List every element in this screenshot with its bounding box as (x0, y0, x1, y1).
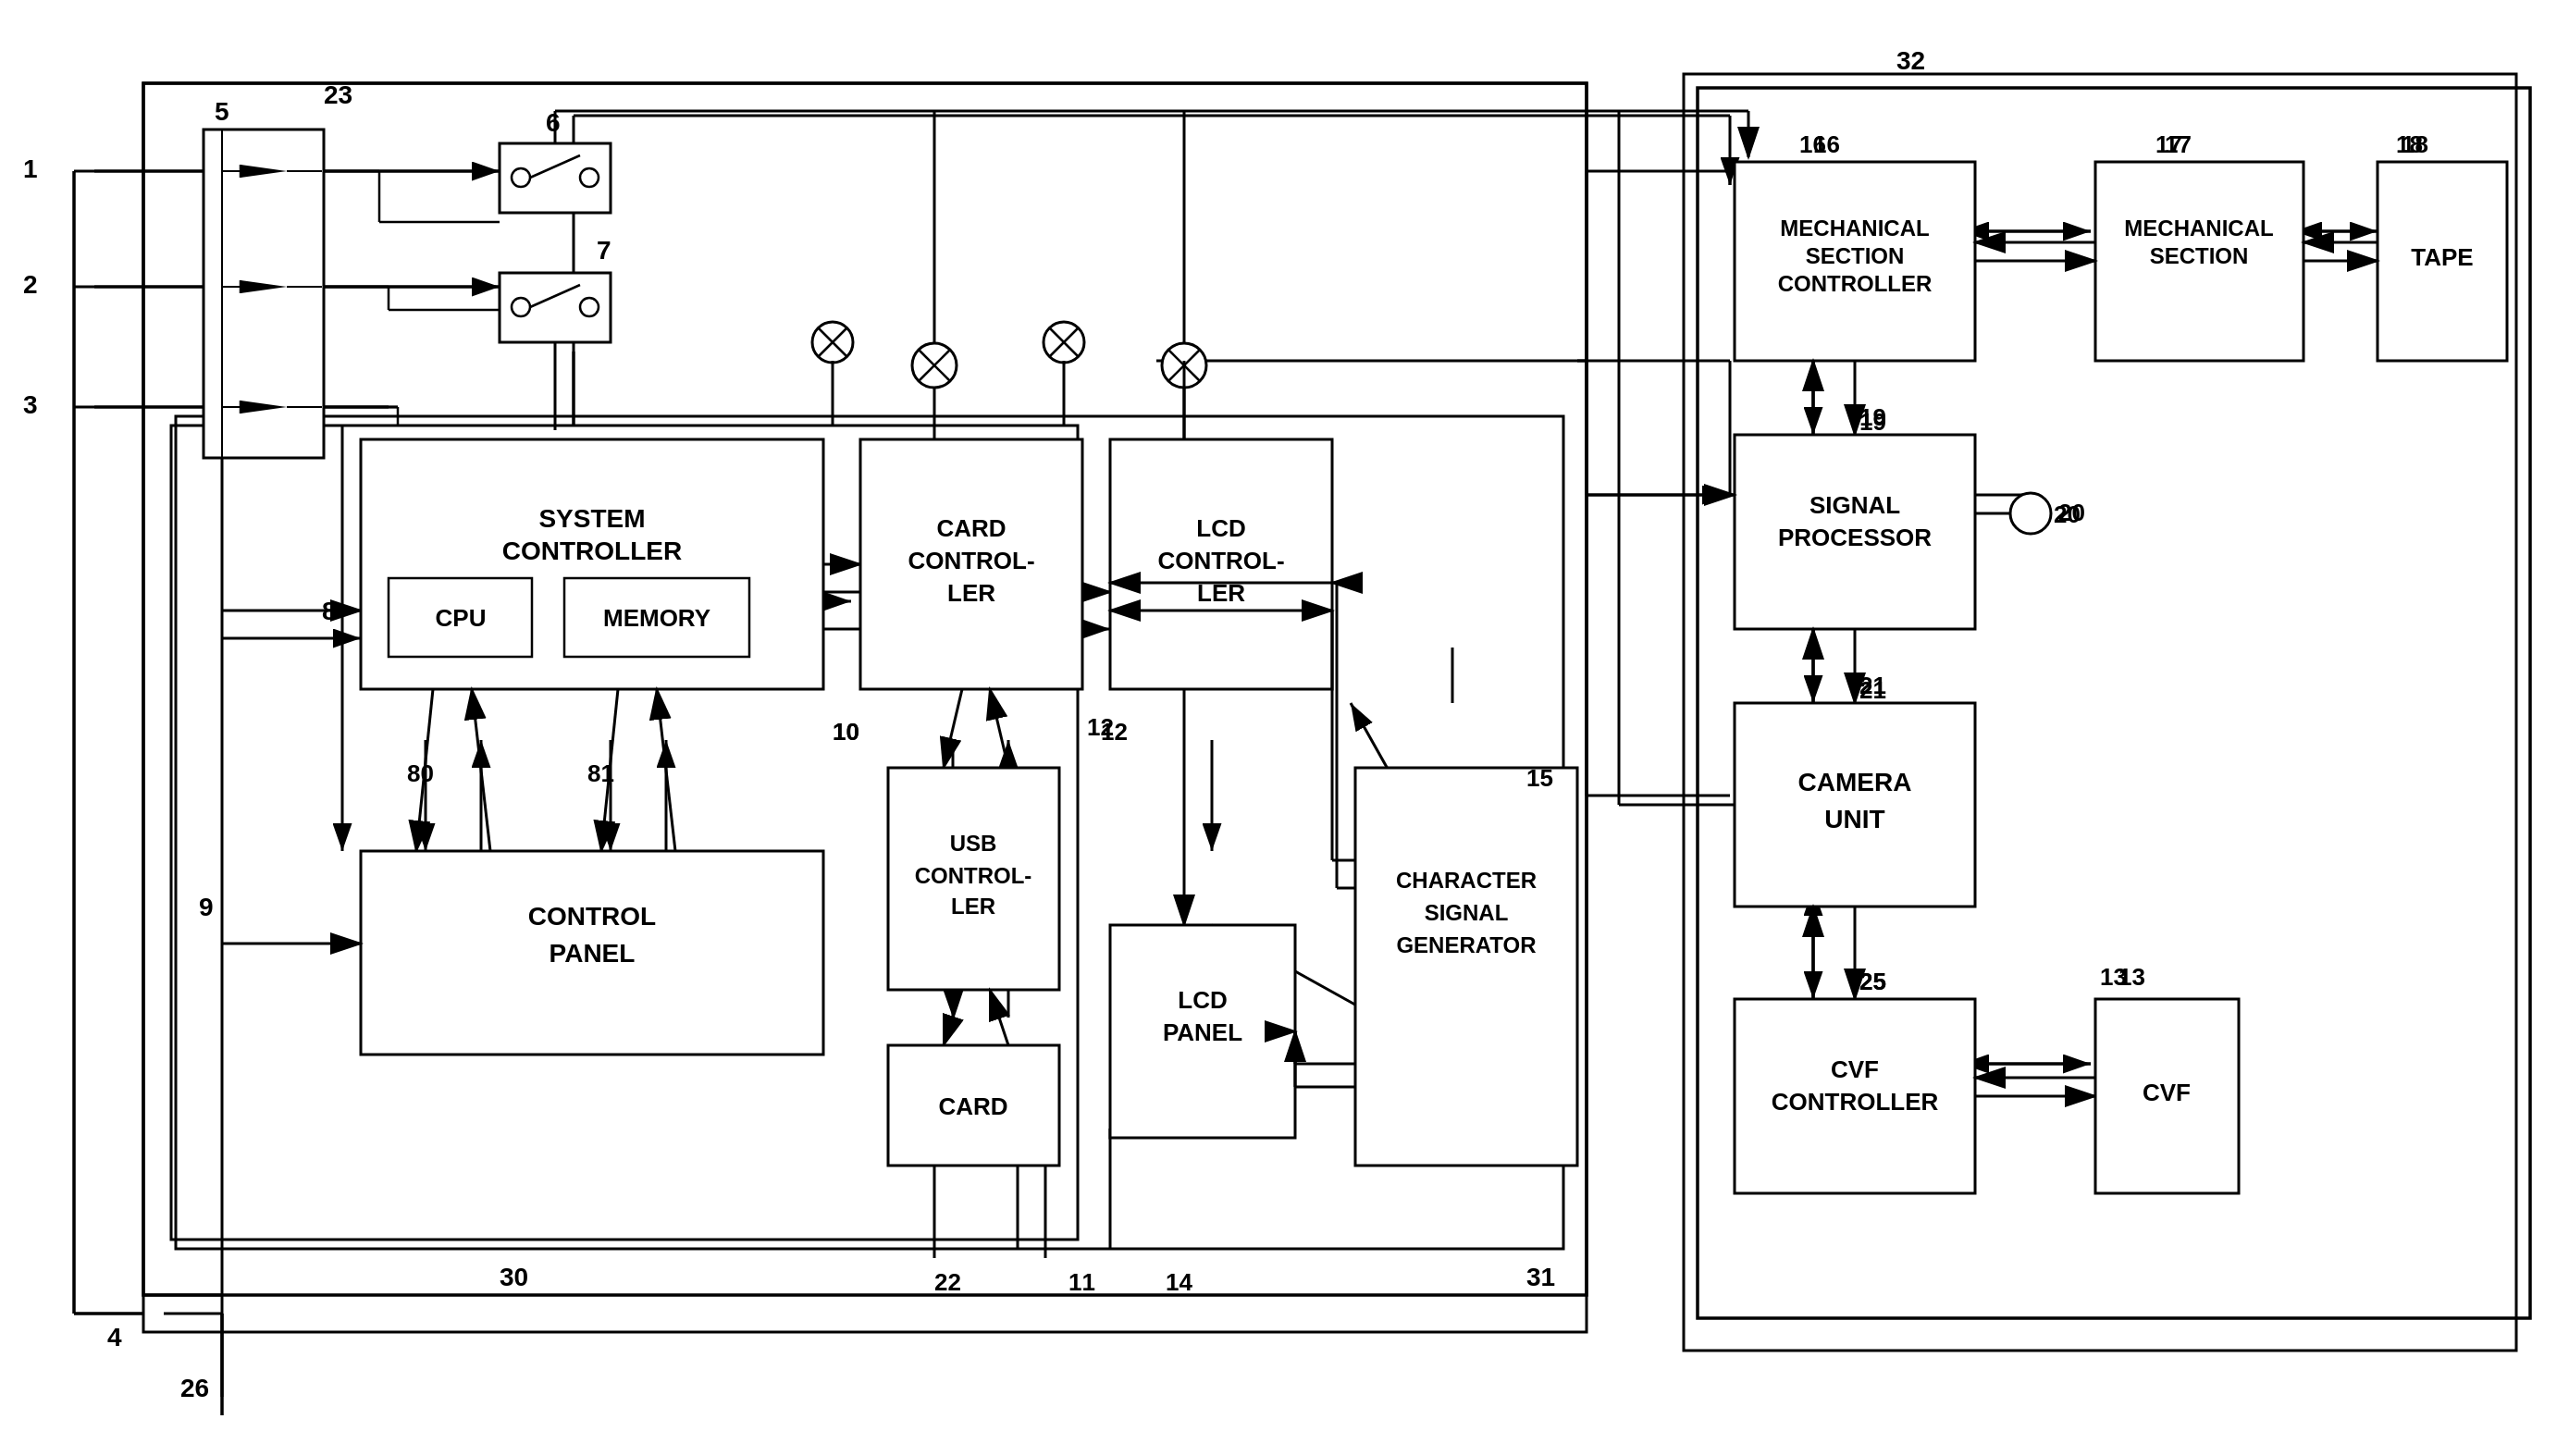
svg-rect-5 (171, 426, 1078, 1240)
svg-line-27 (1212, 925, 1378, 1018)
svg-rect-3 (143, 83, 1587, 1332)
svg-line-28 (1351, 703, 1434, 851)
svg-rect-4 (1684, 74, 2516, 1351)
